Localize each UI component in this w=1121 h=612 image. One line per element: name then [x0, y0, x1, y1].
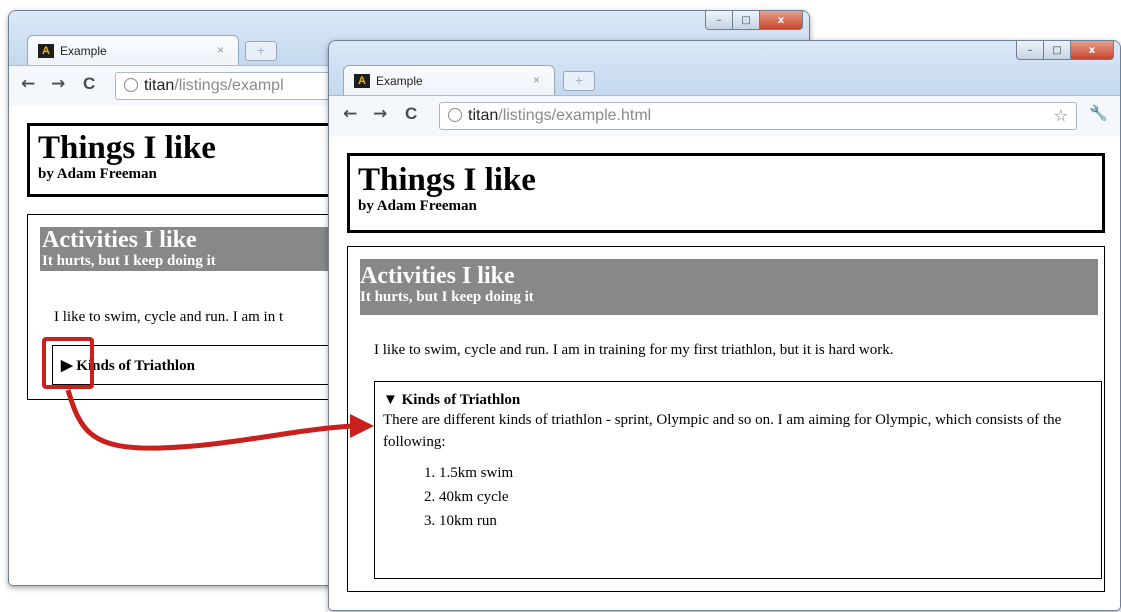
arrow-head	[350, 414, 374, 438]
arrow-curve	[65, 389, 353, 451]
annotation-arrow	[65, 389, 374, 451]
